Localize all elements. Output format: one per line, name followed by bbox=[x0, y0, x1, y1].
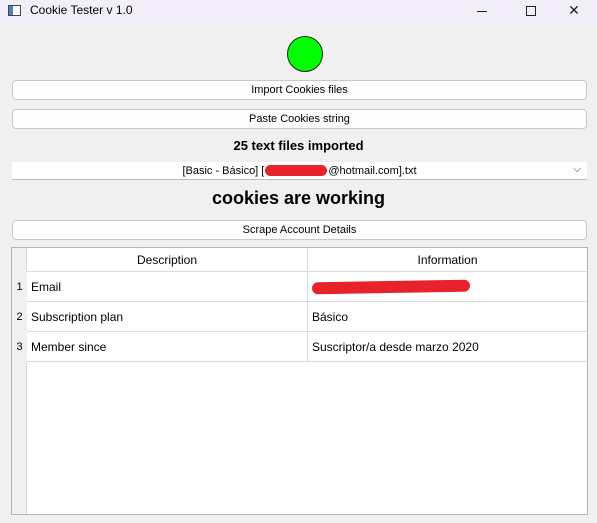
file-select-dropdown[interactable]: [Basic - Básico] [ @hotmail.com].txt ⌵ bbox=[12, 162, 587, 180]
table-cell-information[interactable]: Básico bbox=[308, 302, 587, 332]
table-cell-information[interactable]: Suscriptor/a desde marzo 2020 bbox=[308, 332, 587, 362]
file-select-prefix: [Basic - Básico] [ bbox=[182, 164, 265, 177]
table-cell-description[interactable]: Member since bbox=[27, 332, 308, 362]
window-title: Cookie Tester v 1.0 bbox=[30, 3, 133, 17]
chevron-down-icon: ⌵ bbox=[573, 164, 581, 175]
close-icon: ✕ bbox=[568, 3, 580, 19]
app-window-icon bbox=[8, 5, 21, 16]
import-cookies-button[interactable]: Import Cookies files bbox=[12, 80, 587, 100]
maximize-button[interactable] bbox=[508, 0, 554, 22]
status-indicator-circle bbox=[287, 36, 323, 72]
close-button[interactable]: ✕ bbox=[551, 0, 597, 22]
import-status-label: 25 text files imported bbox=[233, 138, 364, 153]
redaction-mark bbox=[265, 165, 328, 176]
title-bar: Cookie Tester v 1.0 ✕ bbox=[0, 0, 597, 22]
scrape-account-button[interactable]: Scrape Account Details bbox=[12, 220, 587, 240]
account-details-table: Description Information 1 Email 2 Subscr… bbox=[11, 247, 588, 515]
column-header-description[interactable]: Description bbox=[27, 248, 308, 272]
table-row: 3 Member since Suscriptor/a desde marzo … bbox=[12, 332, 587, 362]
table-cell-description[interactable]: Email bbox=[27, 272, 308, 302]
cookie-status-label: cookies are working bbox=[211, 188, 386, 208]
file-select-suffix: @hotmail.com].txt bbox=[328, 164, 417, 177]
row-number[interactable]: 2 bbox=[12, 302, 27, 332]
column-header-information[interactable]: Information bbox=[308, 248, 587, 272]
redaction-mark bbox=[311, 279, 471, 294]
table-cell-information[interactable] bbox=[308, 272, 587, 302]
maximize-icon bbox=[526, 6, 536, 16]
minimize-button[interactable] bbox=[459, 0, 505, 22]
row-number[interactable]: 3 bbox=[12, 332, 27, 362]
table-cell-description[interactable]: Subscription plan bbox=[27, 302, 308, 332]
minimize-icon bbox=[477, 10, 487, 12]
paste-cookies-button[interactable]: Paste Cookies string bbox=[12, 109, 587, 129]
table-row: 1 Email bbox=[12, 272, 587, 302]
table-row: 2 Subscription plan Básico bbox=[12, 302, 587, 332]
row-number[interactable]: 1 bbox=[12, 272, 27, 302]
